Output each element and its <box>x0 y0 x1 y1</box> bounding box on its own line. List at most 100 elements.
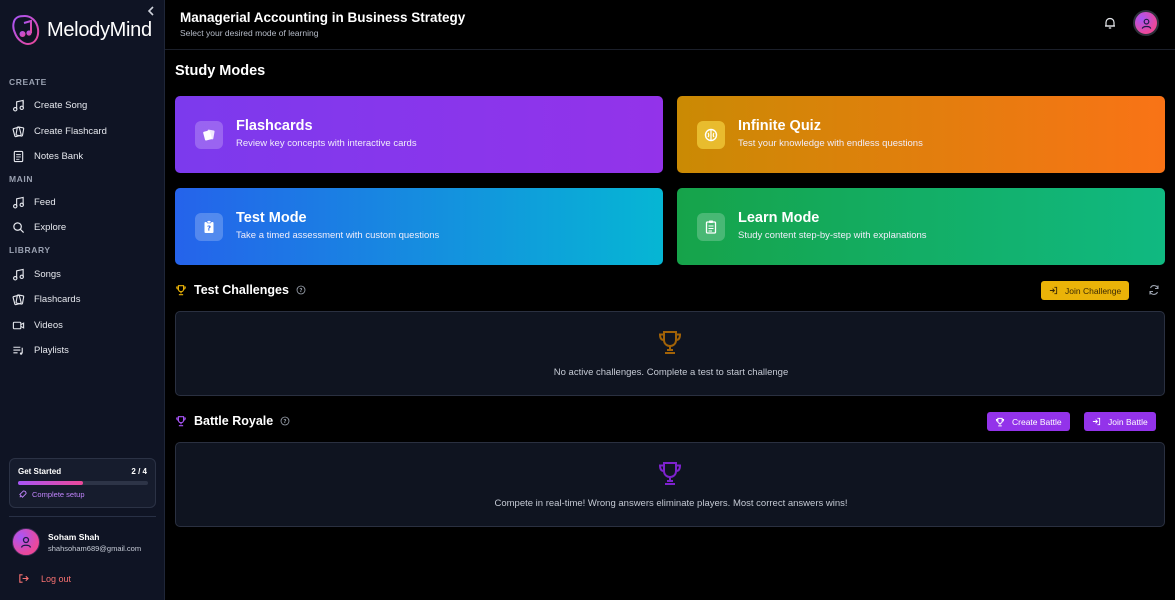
top-header: Managerial Accounting in Business Strate… <box>165 0 1175 50</box>
brand[interactable]: MelodyMind <box>12 13 152 47</box>
sidebar-item-notes-bank[interactable]: Notes Bank <box>12 148 83 164</box>
help-circle-icon[interactable]: ? <box>280 416 290 426</box>
sidebar: MelodyMind CREATE Create Song Create Fla… <box>0 0 165 600</box>
battle-royale-panel: Compete in real-time! Wrong answers elim… <box>175 442 1165 527</box>
playlist-icon <box>13 346 23 355</box>
trophy-icon <box>176 285 186 296</box>
mode-desc: Take a timed assessment with custom ques… <box>236 230 440 241</box>
refresh-icon[interactable] <box>1148 284 1160 296</box>
section-label-library: LIBRARY <box>9 245 51 255</box>
get-started-count: 2 / 4 <box>131 467 147 476</box>
mode-card-test-mode[interactable]: ? Test Mode Take a timed assessment with… <box>175 188 663 265</box>
sidebar-item-videos[interactable]: Videos <box>12 317 63 333</box>
test-challenges-empty-msg: No active challenges. Complete a test to… <box>553 367 789 378</box>
mode-card-infinite-quiz[interactable]: Infinite Quiz Test your knowledge with e… <box>677 96 1165 173</box>
collapse-sidebar-button[interactable] <box>144 4 158 18</box>
trophy-icon <box>176 416 186 427</box>
get-started-progress-track <box>18 481 148 485</box>
mode-desc: Test your knowledge with endless questio… <box>738 138 923 149</box>
get-started-progress-fill <box>18 481 83 485</box>
mode-desc: Review key concepts with interactive car… <box>236 138 417 149</box>
get-started-title: Get Started <box>18 467 62 476</box>
sidebar-item-label: Feed <box>34 196 56 208</box>
mode-card-learn-mode[interactable]: Learn Mode Study content step-by-step wi… <box>677 188 1165 265</box>
trophy-icon <box>995 417 1005 426</box>
test-challenges-title: Test Challenges <box>194 283 289 297</box>
logout-label: Log out <box>41 573 72 584</box>
sidebar-item-explore[interactable]: Explore <box>12 219 66 235</box>
trophy-icon <box>658 462 682 485</box>
avatar <box>12 528 40 556</box>
mode-title: Flashcards <box>236 118 313 134</box>
user-icon <box>20 536 32 548</box>
header-avatar[interactable] <box>1133 10 1159 36</box>
music-note-icon <box>13 268 24 280</box>
section-label-main: MAIN <box>9 174 34 184</box>
mode-title: Learn Mode <box>738 210 820 226</box>
clipboard-question-icon: ? <box>195 213 223 241</box>
trophy-icon <box>658 331 682 354</box>
user-email: shahsoham689@gmail.com <box>48 543 142 553</box>
svg-text:?: ? <box>284 419 287 425</box>
help-circle-icon[interactable]: ? <box>296 285 306 295</box>
page-subtitle: Select your desired mode of learning <box>180 28 319 38</box>
complete-setup-label: Complete setup <box>32 490 85 499</box>
logout-icon <box>19 574 29 583</box>
sidebar-item-flashcards[interactable]: Flashcards <box>12 291 80 307</box>
svg-text:?: ? <box>207 225 211 233</box>
mode-card-flashcards[interactable]: Flashcards Review key concepts with inte… <box>175 96 663 173</box>
test-challenges-header: Test Challenges ? <box>175 283 306 297</box>
sidebar-item-label: Songs <box>34 268 61 280</box>
chevron-left-icon <box>147 6 154 16</box>
section-label-create: CREATE <box>9 77 47 87</box>
test-challenges-panel: No active challenges. Complete a test to… <box>175 311 1165 396</box>
sidebar-item-label: Playlists <box>34 344 69 356</box>
complete-setup-link[interactable]: Complete setup <box>18 490 85 499</box>
music-note-icon <box>13 196 24 208</box>
sidebar-item-songs[interactable]: Songs <box>12 266 61 282</box>
user-profile[interactable]: Soham Shah shahsoham689@gmail.com <box>12 528 141 556</box>
join-challenge-label: Join Challenge <box>1065 285 1122 296</box>
join-challenge-button[interactable]: Join Challenge <box>1041 281 1130 300</box>
svg-text:?: ? <box>299 288 302 294</box>
join-battle-button[interactable]: Join Battle <box>1084 412 1156 431</box>
user-icon <box>1141 18 1151 29</box>
user-name: Soham Shah <box>48 531 100 542</box>
logout-button[interactable]: Log out <box>18 573 71 584</box>
study-modes-title: Study Modes <box>175 63 266 79</box>
music-note-icon <box>13 99 24 111</box>
join-battle-label: Join Battle <box>1108 416 1148 427</box>
sidebar-item-label: Videos <box>34 319 63 331</box>
battle-royale-title: Battle Royale <box>194 414 274 428</box>
sidebar-item-label: Create Flashcard <box>34 125 107 137</box>
sidebar-item-playlists[interactable]: Playlists <box>12 342 69 358</box>
battle-royale-header: Battle Royale ? <box>175 414 290 428</box>
login-arrow-icon <box>1092 417 1101 426</box>
sidebar-item-label: Explore <box>34 221 67 233</box>
sidebar-item-create-song[interactable]: Create Song <box>12 97 87 113</box>
sidebar-item-create-flashcard[interactable]: Create Flashcard <box>12 123 107 139</box>
sidebar-item-label: Notes Bank <box>34 150 84 162</box>
cards-icon <box>195 121 223 149</box>
cards-icon <box>12 293 25 305</box>
mode-title: Test Mode <box>236 210 307 226</box>
bell-icon[interactable] <box>1103 16 1117 30</box>
battle-royale-msg: Compete in real-time! Wrong answers elim… <box>494 498 848 509</box>
create-battle-button[interactable]: Create Battle <box>987 412 1070 431</box>
get-started-card[interactable]: Get Started 2 / 4 Complete setup <box>9 458 156 508</box>
brain-icon <box>697 121 725 149</box>
create-battle-label: Create Battle <box>1012 416 1062 427</box>
sidebar-item-label: Create Song <box>34 99 88 111</box>
mode-desc: Study content step-by-step with explanat… <box>738 230 927 241</box>
sidebar-item-feed[interactable]: Feed <box>12 194 56 210</box>
music-brain-logo-icon <box>12 14 40 46</box>
sidebar-divider <box>9 516 156 517</box>
search-icon <box>13 221 25 233</box>
brand-name: MelodyMind <box>47 18 152 41</box>
sidebar-item-label: Flashcards <box>34 293 81 305</box>
login-arrow-icon <box>1049 286 1058 295</box>
mode-title: Infinite Quiz <box>738 118 821 134</box>
page-title: Managerial Accounting in Business Strate… <box>180 10 466 25</box>
document-icon <box>13 150 24 162</box>
rocket-icon <box>19 490 27 498</box>
